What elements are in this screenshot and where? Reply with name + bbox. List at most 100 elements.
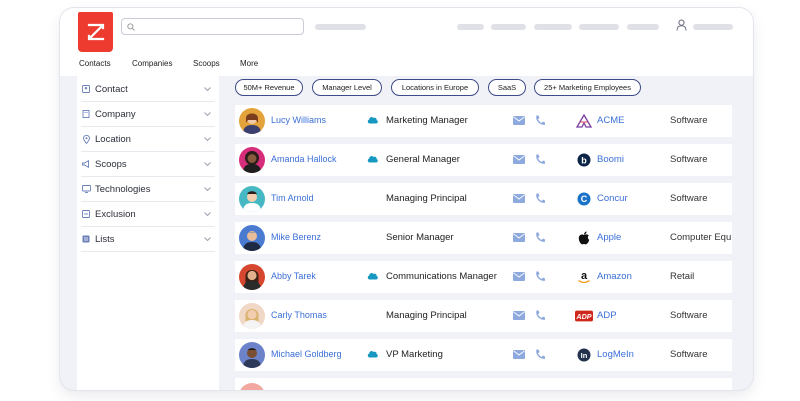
search-box[interactable] [121,18,304,35]
filter-scoops[interactable]: Scoops [81,152,215,177]
industry: Software [670,349,708,360]
placeholder-bar [315,24,366,30]
filter-sidebar: Contact Company Location Scoops Technolo… [77,76,219,390]
phone-icon[interactable] [535,232,545,243]
phone-icon[interactable] [535,193,545,204]
avatar [239,383,265,390]
chevron-down-icon [204,87,211,91]
table-row[interactable]: Tim Arnold Managing Principal C Concur S… [235,183,732,215]
zoominfo-logo[interactable] [78,12,113,52]
filter-contact[interactable]: Contact [81,77,215,102]
job-title: Managing Principal [386,193,467,204]
phone-icon[interactable] [535,115,545,126]
chevron-down-icon [204,137,211,141]
monitor-icon [81,185,91,193]
company-name[interactable]: ACME [597,115,624,126]
email-icon[interactable] [513,233,525,242]
filter-location[interactable]: Location [81,127,215,152]
contact-name[interactable]: Tim Arnold [271,193,314,203]
chevron-down-icon [204,162,211,166]
salesforce-cloud-icon[interactable] [367,155,378,163]
industry: Software [670,193,708,204]
filter-label: Technologies [95,183,151,195]
contact-name[interactable]: Carly Thomas [271,310,327,320]
contact-name[interactable]: Abby Tarek [271,271,316,281]
salesforce-cloud-icon[interactable] [367,272,378,280]
amazon-logo-icon: a [575,269,593,285]
chevron-down-icon [204,212,211,216]
chevron-down-icon [204,187,211,191]
exclusion-icon [81,210,91,218]
table-row[interactable]: Mike Berenz Senior Manager Apple Compute… [235,222,732,254]
tab-contacts[interactable]: Contacts [79,59,111,68]
table-row[interactable]: Abby Tarek Communications Manager a Amaz… [235,261,732,293]
chip-saas[interactable]: SaaS [488,79,526,96]
table-row[interactable]: Amanda Hallock General Manager b Boomi S… [235,144,732,176]
svg-text:a: a [581,270,588,282]
svg-text:ADP: ADP [575,312,591,321]
email-icon[interactable] [513,155,525,164]
email-icon[interactable] [513,194,525,203]
search-input[interactable] [138,19,303,34]
nav-tabs: Contacts Companies Scoops More [60,44,753,76]
avatar [239,303,265,329]
phone-icon[interactable] [535,310,545,321]
phone-icon[interactable] [535,154,545,165]
table-row[interactable]: Lucy Williams Marketing Manager ACME Sof… [235,105,732,137]
filter-technologies[interactable]: Technologies [81,177,215,202]
filter-label: Location [95,133,131,145]
phone-icon[interactable] [535,271,545,282]
placeholder-bar [457,24,484,30]
tab-companies[interactable]: Companies [132,59,172,68]
email-icon[interactable] [513,311,525,320]
contact-name[interactable]: Amanda Hallock [271,154,337,164]
filter-company[interactable]: Company [81,102,215,127]
phone-icon[interactable] [535,349,545,360]
filter-exclusion[interactable]: Exclusion [81,202,215,227]
contact-card-icon [81,85,91,93]
company-name[interactable]: Apple [597,232,621,243]
salesforce-cloud-icon[interactable] [367,116,378,124]
email-icon[interactable] [513,350,525,359]
avatar [239,186,265,212]
company-name[interactable]: LogMeIn [597,349,634,360]
chip-locations-europe[interactable]: Locations in Europe [391,79,479,96]
email-icon[interactable] [513,116,525,125]
user-icon[interactable] [676,19,687,31]
contact-name[interactable]: Lucy Williams [271,115,326,125]
email-icon[interactable] [513,272,525,281]
tab-more[interactable]: More [240,59,258,68]
job-title: VP Marketing [386,349,443,360]
company-name[interactable]: Boomi [597,154,624,165]
filter-label: Scoops [95,158,127,170]
job-title: Senior Manager [386,232,454,243]
company-name[interactable]: Amazon [597,271,632,282]
table-row[interactable]: Carly Thomas Managing Principal ADP ADP … [235,300,732,332]
building-icon [81,110,91,118]
filter-label: Contact [95,83,128,95]
table-row[interactable]: Michael Goldberg VP Marketing In LogMeIn… [235,339,732,371]
contact-name[interactable]: Mike Berenz [271,232,321,242]
salesforce-cloud-icon[interactable] [367,350,378,358]
logmein-logo-icon: In [575,347,593,363]
table-row-partial[interactable] [235,378,732,390]
chip-manager-level[interactable]: Manager Level [312,79,382,96]
location-pin-icon [81,134,91,144]
placeholder-bar [627,24,659,30]
chevron-down-icon [204,112,211,116]
search-icon [127,22,135,31]
contact-name[interactable]: Michael Goldberg [271,349,342,359]
company-name[interactable]: Concur [597,193,628,204]
logo-mark-icon [87,23,104,41]
svg-text:b: b [581,155,587,165]
avatar [239,225,265,251]
industry: Software [670,310,708,321]
filter-label: Exclusion [95,208,136,220]
chip-marketing-employees[interactable]: 25+ Marketing Employees [534,79,641,96]
tab-scoops[interactable]: Scoops [193,59,220,68]
svg-text:C: C [581,194,588,204]
company-name[interactable]: ADP [597,310,617,321]
chip-revenue[interactable]: 50M+ Revenue [235,79,303,96]
adp-logo-icon: ADP [575,308,593,324]
filter-lists[interactable]: Lists [81,227,215,252]
